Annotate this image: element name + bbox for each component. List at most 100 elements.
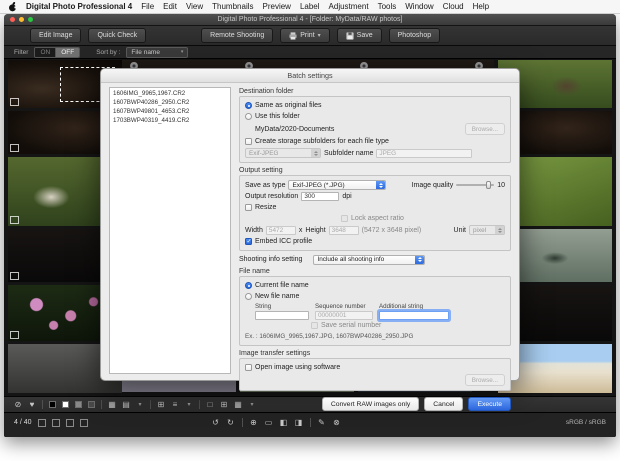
floppy-icon: [346, 32, 354, 40]
file-list-item[interactable]: 1606IMG_9965,1967.CR2: [111, 89, 229, 98]
quick-check-button[interactable]: Quick Check: [88, 28, 146, 43]
convert-raw-only-button[interactable]: Convert RAW images only: [322, 397, 419, 411]
menu-cloud[interactable]: Cloud: [443, 2, 464, 11]
menu-edit[interactable]: Edit: [163, 2, 177, 11]
image-quality-value: 10: [497, 182, 505, 189]
menu-app-name[interactable]: Digital Photo Professional 4: [26, 2, 132, 11]
menu-preview[interactable]: Preview: [263, 2, 291, 11]
chevron-down-icon[interactable]: ▾: [185, 402, 193, 408]
background-gray-swatch[interactable]: [75, 401, 82, 408]
background-darkgray-swatch[interactable]: [88, 401, 95, 408]
destination-browse-button[interactable]: Browse...: [465, 123, 505, 135]
menu-label[interactable]: Label: [300, 2, 320, 11]
multi-view-icon[interactable]: ⊞: [220, 401, 228, 409]
cancel-button[interactable]: Cancel: [424, 397, 463, 411]
transfer-browse-button[interactable]: Browse...: [465, 374, 505, 386]
zoom-icon[interactable]: ⊕: [250, 419, 258, 427]
menu-help[interactable]: Help: [473, 2, 489, 11]
width-input[interactable]: 5472: [266, 226, 296, 235]
sort-dropdown[interactable]: File name ▾: [126, 47, 188, 58]
edit-image-button[interactable]: Edit Image: [30, 28, 81, 43]
check-mark-4[interactable]: [80, 419, 88, 427]
file-list-item[interactable]: 1607BWP40286_2950.CR2: [111, 98, 229, 107]
transfer-settings-group: Open image using software Browse...: [239, 358, 511, 391]
background-black-swatch[interactable]: [49, 401, 56, 408]
use-this-folder-label: Use this folder: [255, 113, 300, 120]
apple-icon[interactable]: [8, 2, 17, 12]
background-white-swatch[interactable]: [62, 401, 69, 408]
check-mark-1[interactable]: [38, 419, 46, 427]
width-label: Width: [245, 227, 263, 234]
output-resolution-input[interactable]: 300: [301, 192, 339, 201]
sequence-number-label: Sequence number: [315, 303, 373, 310]
lock-aspect-checkbox[interactable]: [341, 215, 348, 222]
print-button[interactable]: Print ▾: [280, 28, 329, 43]
zoom-window-button[interactable]: [28, 17, 33, 22]
file-list-item[interactable]: 1703BWP40319_4419.CR2: [111, 116, 229, 125]
same-as-original-radio[interactable]: [245, 102, 252, 109]
resize-label: Resize: [255, 204, 276, 211]
chevron-down-icon[interactable]: ▾: [136, 402, 144, 408]
use-this-folder-radio[interactable]: [245, 113, 252, 120]
file-list[interactable]: 1606IMG_9965,1967.CR2 1607BWP40286_2950.…: [109, 87, 231, 374]
unit-dropdown[interactable]: pixel: [469, 225, 505, 235]
filter-toggle[interactable]: ON OFF: [34, 47, 80, 58]
thumbnail-rows-icon[interactable]: ▤: [122, 401, 130, 409]
check-mark-3[interactable]: [66, 419, 74, 427]
resize-checkbox[interactable]: [245, 204, 252, 211]
execute-button[interactable]: Execute: [468, 397, 511, 411]
divider: [242, 418, 243, 427]
reject-icon[interactable]: ⊘: [14, 401, 22, 409]
rotate-left-icon[interactable]: ↺: [212, 419, 220, 427]
close-window-button[interactable]: [10, 17, 15, 22]
menu-thumbnails[interactable]: Thumbnails: [212, 2, 253, 11]
filter-off-option[interactable]: OFF: [55, 48, 79, 57]
rotate-right-icon[interactable]: ↻: [227, 419, 235, 427]
height-label: Height: [305, 227, 325, 234]
current-file-name-label: Current file name: [255, 282, 309, 289]
divider: [150, 400, 151, 409]
string-input[interactable]: [255, 311, 309, 320]
create-subfolders-checkbox[interactable]: [245, 138, 252, 145]
compare-right-icon[interactable]: ◨: [295, 419, 303, 427]
remote-shooting-button[interactable]: Remote Shooting: [201, 28, 273, 43]
filter-on-option[interactable]: ON: [35, 48, 55, 57]
file-type-dropdown[interactable]: Exif-JPEG: [245, 148, 321, 158]
delete-icon[interactable]: ⊗: [333, 419, 341, 427]
subfolder-name-input[interactable]: JPEG: [376, 149, 472, 158]
current-file-name-radio[interactable]: [245, 282, 252, 289]
save-button[interactable]: Save: [337, 28, 382, 43]
save-as-type-label: Save as type: [245, 182, 285, 189]
height-input[interactable]: 3648: [329, 226, 359, 235]
photoshop-button[interactable]: Photoshop: [389, 28, 440, 43]
edit-icon[interactable]: ✎: [318, 419, 326, 427]
menu-window[interactable]: Window: [405, 2, 433, 11]
thumbnail-grid-icon[interactable]: ▦: [108, 401, 116, 409]
embed-icc-checkbox[interactable]: [245, 238, 252, 245]
shooting-info-dropdown[interactable]: Include all shooting info: [313, 255, 425, 265]
open-with-software-checkbox[interactable]: [245, 364, 252, 371]
additional-string-input[interactable]: [379, 311, 449, 320]
favorite-icon[interactable]: ♥: [28, 401, 36, 409]
sequence-number-input[interactable]: 00000001: [315, 311, 373, 320]
menu-view[interactable]: View: [186, 2, 203, 11]
image-tools: ↺ ↻ ⊕ ▭ ◧ ◨ ✎ ⊗: [212, 418, 341, 427]
save-serial-checkbox[interactable]: [311, 322, 318, 329]
menu-file[interactable]: File: [141, 2, 154, 11]
image-quality-slider[interactable]: [456, 184, 494, 186]
destination-folder-group: Same as original files Use this folder M…: [239, 96, 511, 163]
single-view-icon[interactable]: □: [206, 401, 214, 409]
thumbnail-info-icon[interactable]: ⊞: [157, 401, 165, 409]
menu-tools[interactable]: Tools: [378, 2, 397, 11]
file-list-item[interactable]: 1607BWP49801_4653.CR2: [111, 107, 229, 116]
slider-handle[interactable]: [486, 181, 491, 189]
menu-adjustment[interactable]: Adjustment: [329, 2, 369, 11]
selection-count: 4 / 40: [14, 419, 32, 426]
new-file-name-radio[interactable]: [245, 293, 252, 300]
compare-left-icon[interactable]: ◧: [280, 419, 288, 427]
trimming-icon[interactable]: ▭: [265, 419, 273, 427]
check-mark-2[interactable]: [52, 419, 60, 427]
save-as-type-dropdown[interactable]: Exif-JPEG (*.JPG): [288, 180, 386, 190]
minimize-window-button[interactable]: [19, 17, 24, 22]
list-view-icon[interactable]: ≡: [171, 401, 179, 409]
